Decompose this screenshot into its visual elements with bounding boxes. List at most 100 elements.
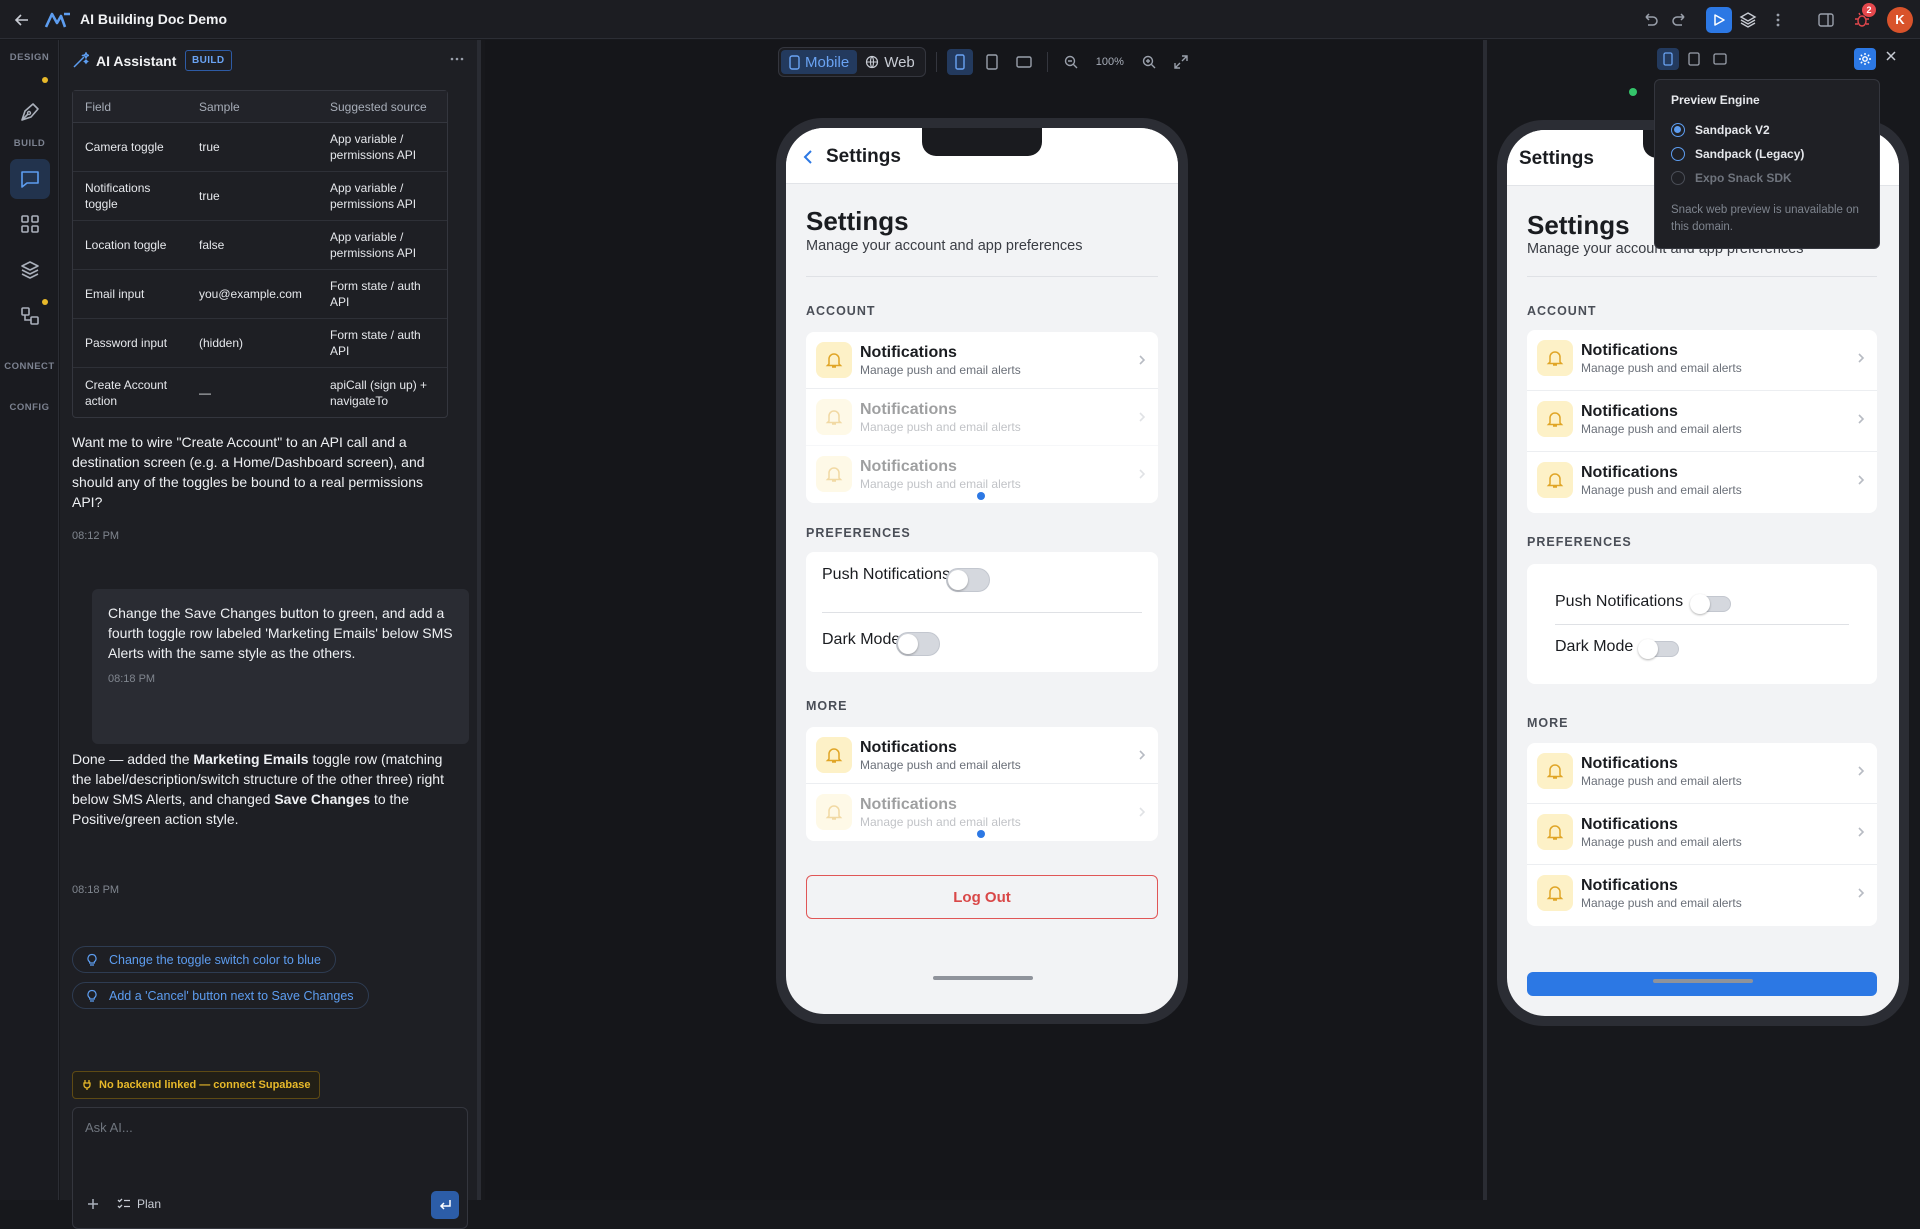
message-timestamp: 08:18 PM	[72, 884, 120, 896]
section-label: ACCOUNT	[1527, 304, 1597, 318]
settings-row[interactable]: Notifications Manage push and email aler…	[1527, 452, 1877, 513]
plus-icon[interactable]	[85, 1196, 101, 1212]
lightbulb-icon	[85, 989, 99, 1003]
tablet-size-icon[interactable]	[1683, 48, 1705, 70]
pen-tool-icon[interactable]	[10, 92, 50, 132]
run-preview-button[interactable]	[1706, 7, 1732, 33]
status-dot	[1629, 88, 1637, 96]
redo-icon[interactable]	[1670, 10, 1690, 30]
row-title: Notifications	[860, 739, 957, 756]
chevron-right-icon	[1138, 749, 1146, 761]
landscape-size-icon[interactable]	[1709, 48, 1731, 70]
row-subtitle: Manage push and email alerts	[860, 363, 1021, 377]
rail-section-build[interactable]: BUILD	[0, 138, 59, 149]
preview-heading: Settings	[1527, 210, 1630, 240]
table-cell: App variable / permissions API	[318, 172, 447, 221]
bell-icon	[1537, 814, 1573, 850]
rail-section-design[interactable]: DESIGN	[0, 52, 59, 63]
fullscreen-icon[interactable]	[1168, 49, 1194, 75]
components-grid-icon[interactable]	[10, 204, 50, 244]
dark-mode-toggle[interactable]	[896, 632, 940, 656]
send-button[interactable]	[431, 1191, 459, 1219]
plan-button[interactable]: Plan	[117, 1197, 161, 1211]
chevron-right-icon	[1138, 806, 1146, 818]
section-label: ACCOUNT	[806, 304, 876, 318]
reply-bold: Marketing Emails	[193, 751, 309, 767]
tab-web[interactable]: Web	[857, 50, 923, 74]
phone-notch	[922, 128, 1042, 156]
more-card: Notifications Manage push and email aler…	[806, 727, 1158, 841]
row-title: Notifications	[1581, 816, 1678, 833]
table-cell: true	[187, 172, 318, 221]
assistant-title: AI Assistant	[96, 53, 177, 69]
chat-composer[interactable]: Ask AI... Plan	[72, 1107, 468, 1229]
table-row: Camera toggle true App variable / permissi…	[73, 123, 447, 172]
layers-stack-icon[interactable]	[10, 250, 50, 290]
user-avatar[interactable]: K	[1887, 7, 1913, 33]
ask-ai-input[interactable]: Ask AI...	[85, 1120, 133, 1135]
zoom-in-icon[interactable]	[1136, 49, 1162, 75]
canvas-toolbar: Mobile Web 100%	[778, 47, 1194, 77]
suggestion-chip[interactable]: Add a 'Cancel' button next to Save Chang…	[72, 982, 369, 1009]
dark-mode-toggle[interactable]	[1638, 639, 1679, 659]
preview-preferences-card: Push Notifications Dark Mode	[1527, 564, 1877, 684]
row-subtitle: Manage push and email alerts	[860, 815, 1021, 829]
phone-size-icon[interactable]	[946, 49, 973, 75]
column-header: Sample	[187, 91, 318, 123]
settings-row[interactable]: Notifications Manage push and email aler…	[1527, 804, 1877, 865]
chevron-left-icon[interactable]	[802, 148, 814, 166]
settings-row[interactable]: Notifications Manage push and email aler…	[806, 389, 1158, 446]
radio-unselected[interactable]	[1671, 147, 1685, 161]
tablet-size-icon[interactable]	[979, 49, 1005, 75]
drag-handle-dot[interactable]	[977, 492, 985, 500]
table-cell: you@example.com	[187, 270, 318, 319]
settings-row[interactable]: Notifications Manage push and email aler…	[1527, 743, 1877, 804]
table-header-row: Field Sample Suggested source	[73, 91, 447, 123]
close-icon[interactable]	[1884, 49, 1898, 63]
drag-handle-dot[interactable]	[977, 830, 985, 838]
zoom-out-icon[interactable]	[1058, 49, 1084, 75]
settings-row[interactable]: Notifications Manage push and email aler…	[1527, 865, 1877, 926]
row-title: Notifications	[1581, 342, 1678, 359]
rail-section-config[interactable]: CONFIG	[0, 402, 59, 413]
phone-size-icon[interactable]	[1657, 48, 1679, 70]
flow-icon[interactable]	[10, 296, 50, 336]
tab-mobile[interactable]: Mobile	[781, 50, 858, 74]
engine-option-sandpack-v2[interactable]: Sandpack V2	[1671, 118, 1863, 142]
more-horizontal-icon[interactable]	[448, 50, 466, 68]
undo-icon[interactable]	[1640, 10, 1660, 30]
row-subtitle: Manage push and email alerts	[860, 420, 1021, 434]
magic-wand-icon	[72, 52, 89, 69]
engine-option-sandpack-legacy[interactable]: Sandpack (Legacy)	[1671, 142, 1863, 166]
layers-icon[interactable]	[1738, 10, 1758, 30]
more-vertical-icon[interactable]	[1768, 10, 1788, 30]
logout-button[interactable]: Log Out	[806, 875, 1158, 919]
back-arrow-icon[interactable]	[12, 10, 32, 30]
toolbar-divider	[935, 52, 937, 72]
popover-note: Snack web preview is unavailable on this…	[1671, 204, 1859, 233]
settings-row[interactable]: Notifications Manage push and email aler…	[1527, 391, 1877, 452]
divider	[1527, 276, 1877, 277]
landscape-size-icon[interactable]	[1011, 49, 1037, 75]
backend-warning-button[interactable]: No backend linked — connect Supabase	[72, 1071, 320, 1099]
panel-toggle-icon[interactable]	[1816, 10, 1836, 30]
table-cell: App variable / permissions API	[318, 221, 447, 270]
app-logo-icon	[44, 11, 72, 29]
reply-bold: Save Changes	[274, 791, 371, 807]
preview-account-card: Notifications Manage push and email aler…	[1527, 330, 1877, 513]
radio-selected[interactable]	[1671, 123, 1685, 137]
settings-row[interactable]: Notifications Manage push and email aler…	[806, 332, 1158, 389]
table-cell: Password input	[73, 319, 187, 368]
globe-icon	[865, 55, 879, 69]
push-notifications-toggle[interactable]	[1690, 594, 1731, 614]
gear-icon[interactable]	[1854, 48, 1876, 70]
settings-row[interactable]: Notifications Manage push and email aler…	[1527, 330, 1877, 391]
settings-row[interactable]: Notifications Manage push and email aler…	[806, 727, 1158, 784]
engine-option-expo-snack: Expo Snack SDK	[1671, 166, 1863, 190]
rail-section-connect[interactable]: CONNECT	[0, 361, 59, 372]
chat-icon[interactable]	[10, 159, 50, 199]
suggestion-chip[interactable]: Change the toggle switch color to blue	[72, 946, 336, 973]
suggestion-label: Change the toggle switch color to blue	[109, 952, 321, 967]
save-changes-button[interactable]	[1527, 972, 1877, 996]
push-notifications-toggle[interactable]	[946, 568, 990, 592]
